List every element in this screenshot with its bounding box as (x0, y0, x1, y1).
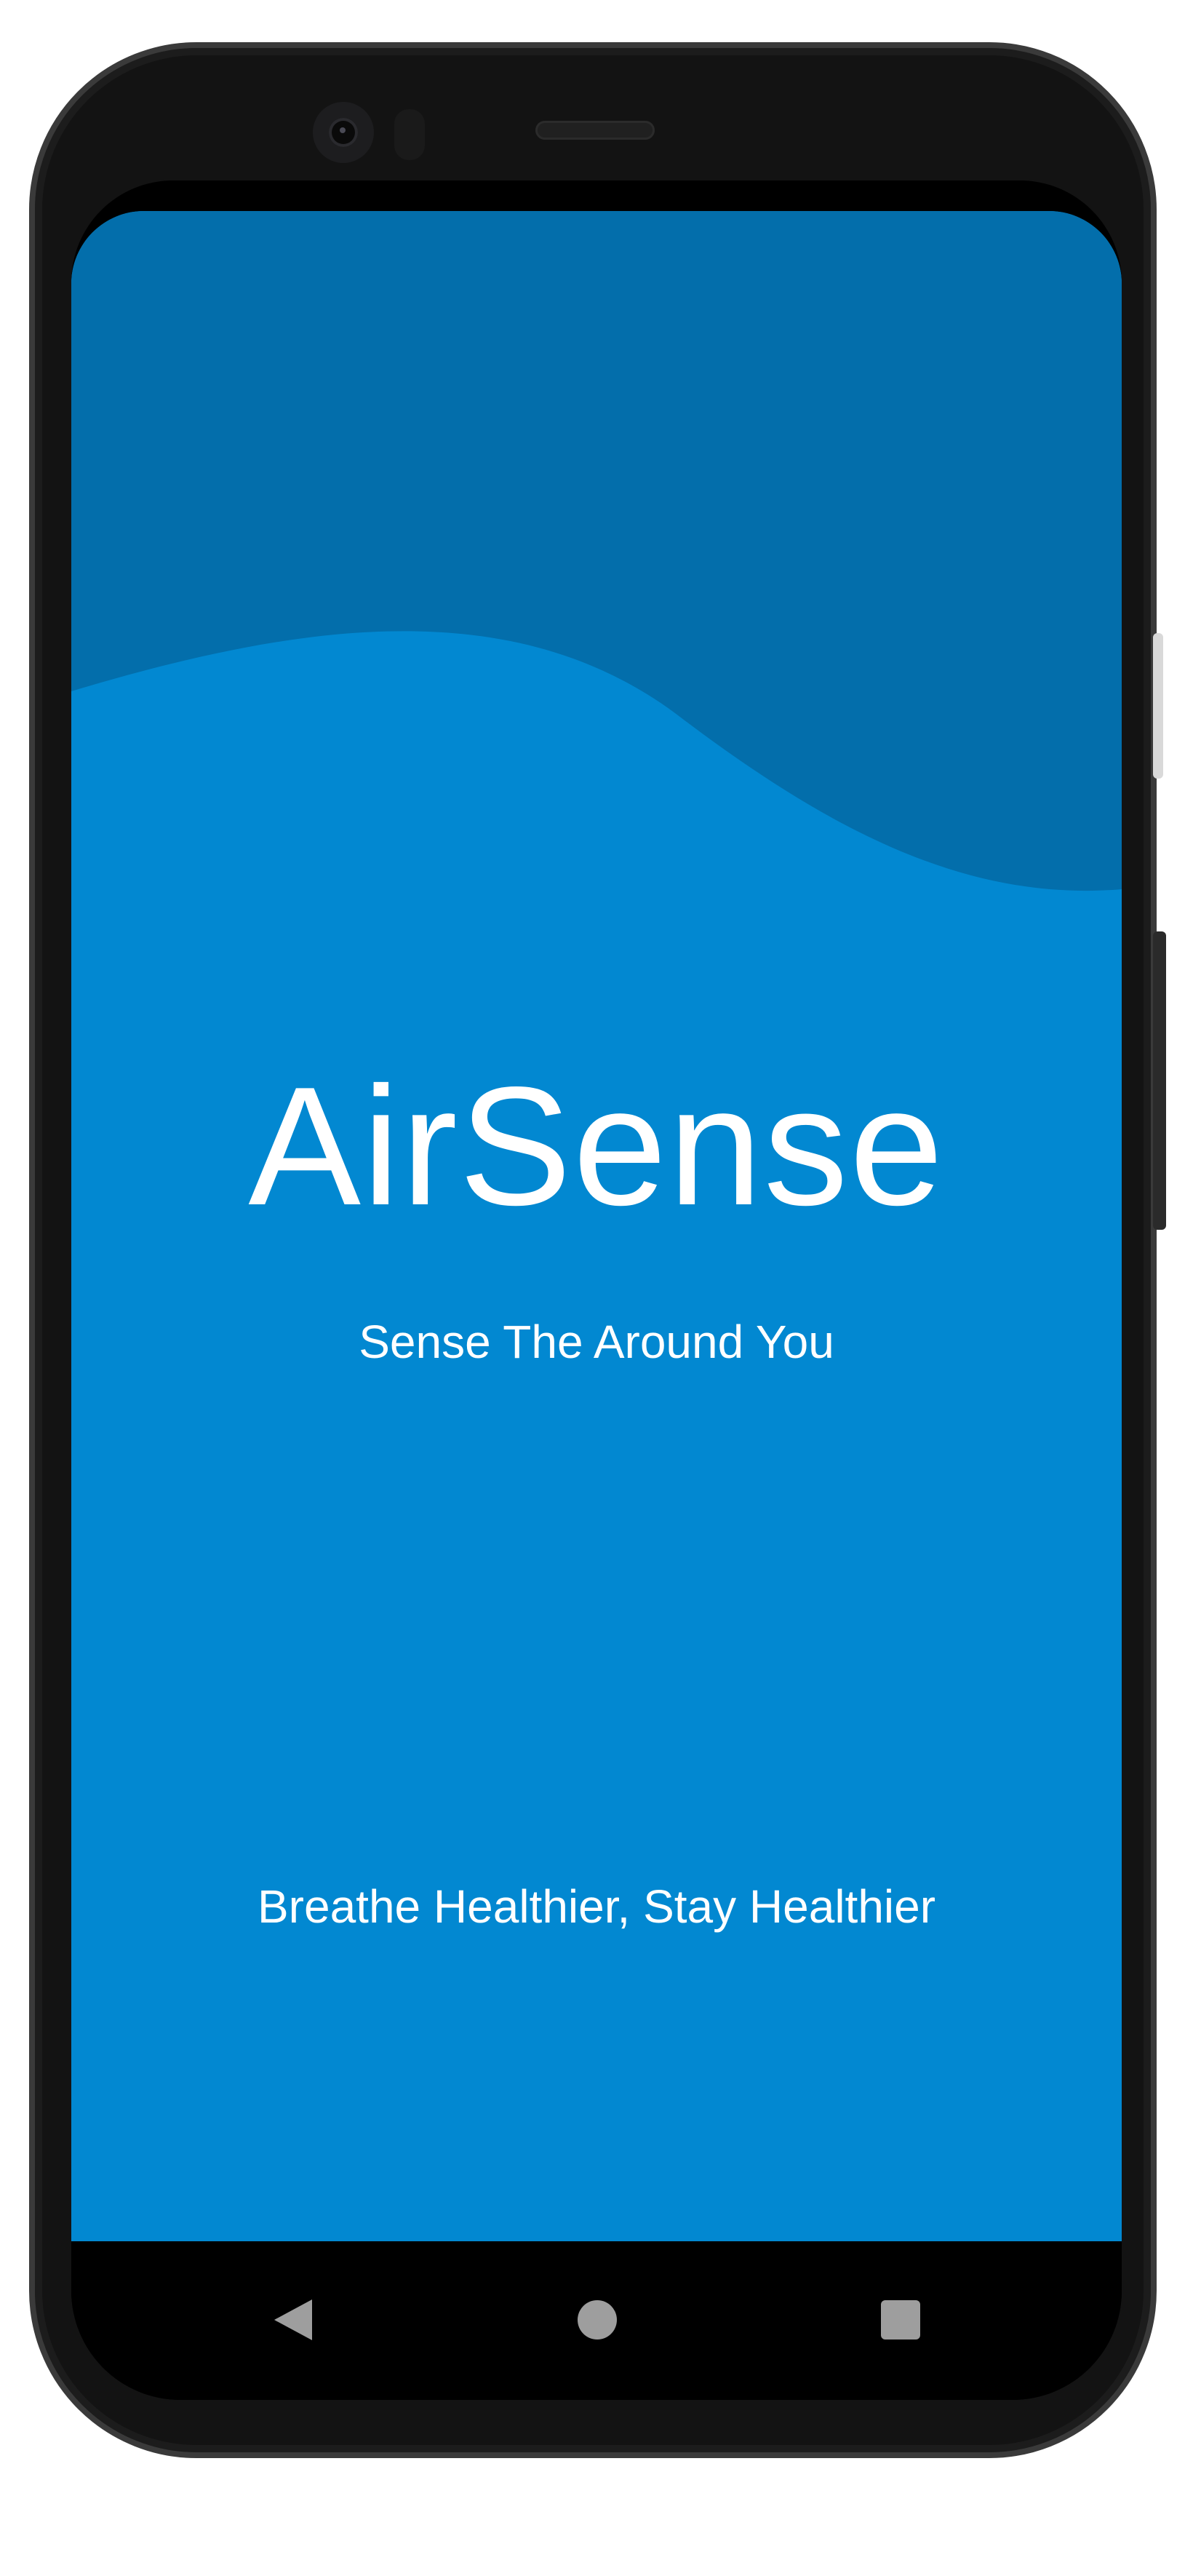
power-button (1153, 931, 1166, 1230)
navigation-bar (71, 2241, 1122, 2400)
proximity-sensor (394, 109, 425, 160)
header-wave (71, 211, 1122, 891)
recents-button[interactable] (866, 2285, 935, 2355)
splash-screen: AirSense Sense The Around You Breathe He… (71, 211, 1122, 2241)
home-button[interactable] (562, 2285, 632, 2355)
volume-button (1153, 633, 1163, 779)
front-camera (313, 102, 374, 163)
app-tagline: Breathe Healthier, Stay Healthier (257, 1880, 936, 1933)
camera-lens (329, 118, 358, 147)
back-triangle-icon (274, 2299, 312, 2340)
recents-square-icon (881, 2300, 920, 2340)
home-circle-icon (578, 2300, 617, 2340)
wave-shape (71, 211, 1122, 891)
app-title: AirSense (248, 1052, 945, 1241)
back-button[interactable] (258, 2285, 328, 2355)
screen: AirSense Sense The Around You Breathe He… (71, 180, 1122, 2400)
earpiece-speaker (535, 121, 655, 140)
app-subtitle: Sense The Around You (359, 1316, 834, 1368)
